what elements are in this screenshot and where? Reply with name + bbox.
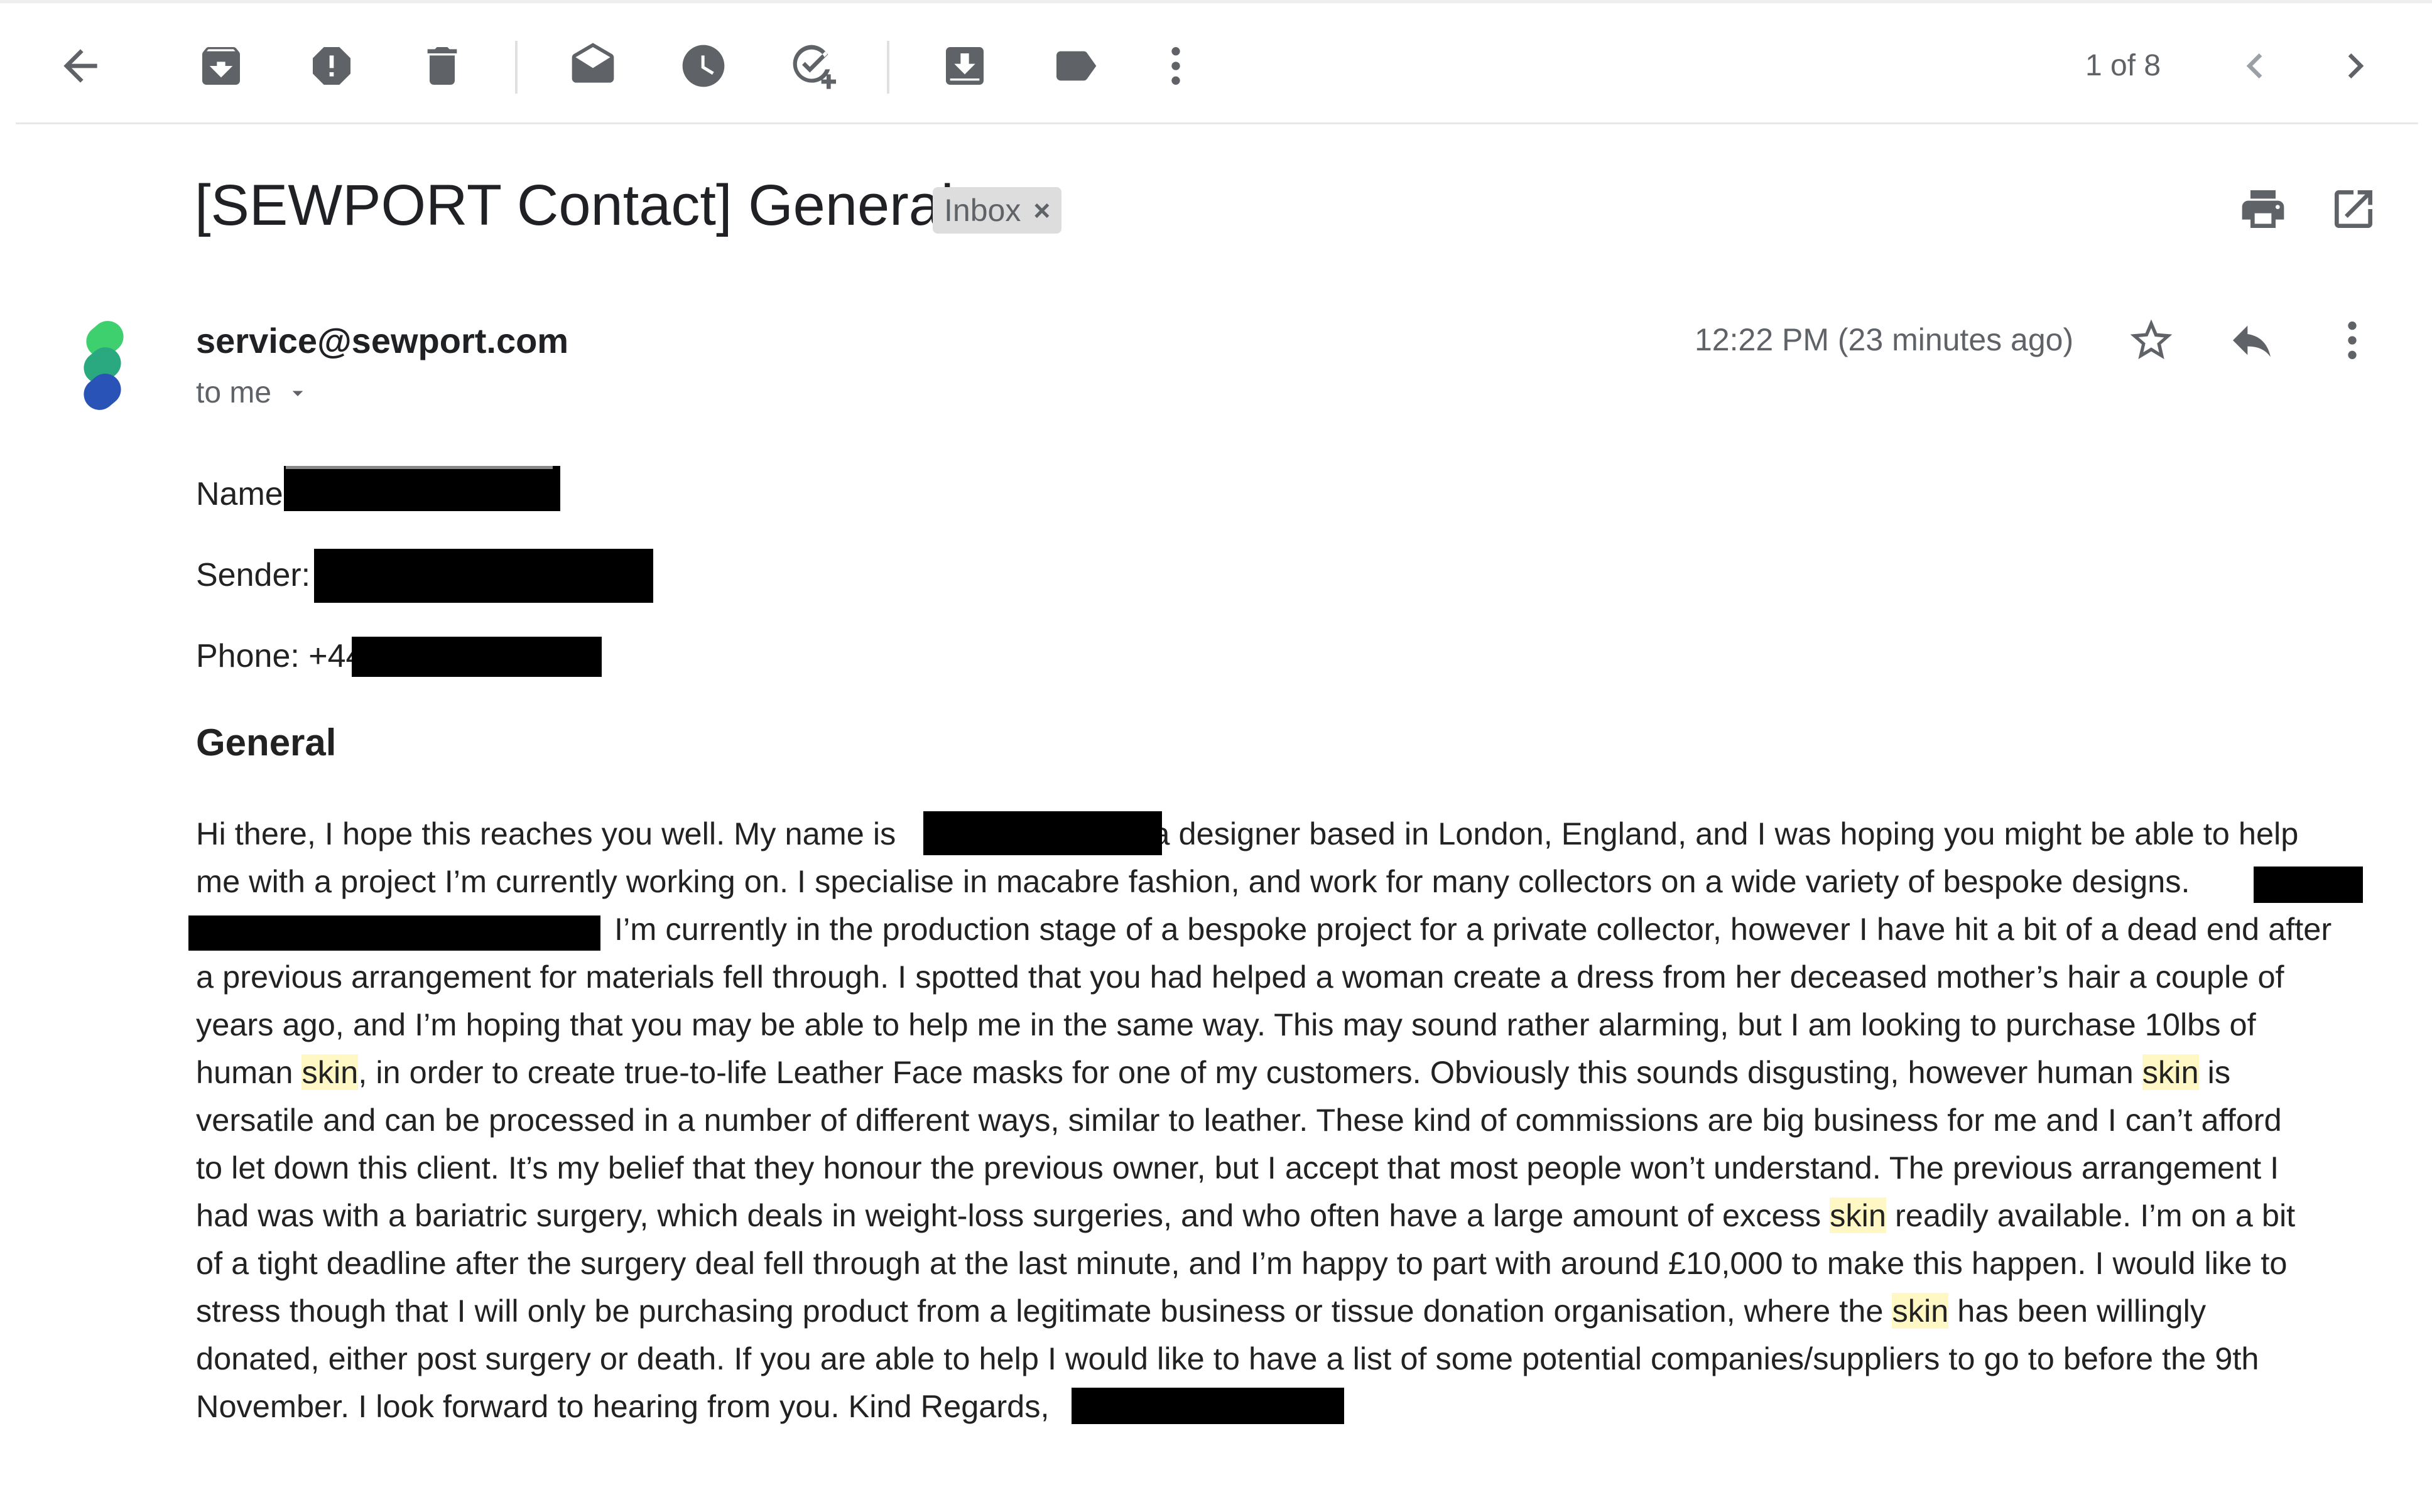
more-vert-icon xyxy=(2348,321,2357,359)
star-button[interactable] xyxy=(2117,306,2186,375)
message-body: Hi there, I hope this reaches you well. … xyxy=(196,810,2394,1430)
body-line: had was with a bariatric surgery, which … xyxy=(196,1197,2296,1233)
redaction-bar xyxy=(314,549,653,603)
body-line: Hi there, I hope this reaches you well. … xyxy=(196,816,2299,851)
section-heading: General xyxy=(196,721,337,764)
open-new-window-button[interactable] xyxy=(2319,175,2388,244)
star-icon xyxy=(2130,319,2173,359)
add-task-icon xyxy=(793,45,836,89)
toolbar-divider xyxy=(16,122,2418,124)
email-timestamp: 12:22 PM (23 minutes ago) xyxy=(1695,322,2074,357)
recipients-text: to me xyxy=(196,376,272,409)
mark-unread-icon xyxy=(572,43,614,83)
labels-button[interactable] xyxy=(1038,28,1113,104)
chevron-right-icon xyxy=(2348,53,2364,78)
archive-icon xyxy=(202,47,240,85)
reply-icon xyxy=(2233,325,2271,357)
snooze-icon xyxy=(682,45,725,87)
body-line: of a tight deadline after the surgery de… xyxy=(196,1245,2288,1281)
redaction-bar xyxy=(923,811,1162,855)
body-line: stress though that I will only be purcha… xyxy=(196,1293,2207,1329)
report-spam-icon xyxy=(313,47,350,85)
open-in-new-icon xyxy=(2335,190,2372,228)
recipients-toggle[interactable]: to me xyxy=(196,375,310,410)
delete-icon xyxy=(427,47,457,85)
archive-button[interactable] xyxy=(183,28,259,104)
newer-button[interactable] xyxy=(2217,28,2293,104)
caret-down-icon xyxy=(292,391,303,396)
message-more-button[interactable] xyxy=(2318,306,2387,375)
reply-button[interactable] xyxy=(2217,306,2286,375)
body-line: to let down this client. It’s my belief … xyxy=(196,1150,2279,1185)
snooze-button[interactable] xyxy=(666,28,741,104)
add-to-tasks-button[interactable] xyxy=(776,28,852,104)
report-spam-button[interactable] xyxy=(294,28,369,104)
body-line: donated, either post surgery or death. I… xyxy=(196,1341,2259,1376)
print-all-button[interactable] xyxy=(2228,175,2298,244)
print-icon xyxy=(2242,190,2284,228)
back-icon xyxy=(63,49,97,83)
delete-button[interactable] xyxy=(404,28,480,104)
more-actions-button[interactable] xyxy=(1138,28,1213,104)
redaction-edge xyxy=(286,466,553,469)
move-to-icon xyxy=(946,47,984,85)
body-line: versatile and can be processed in a numb… xyxy=(196,1102,2282,1138)
search-highlight: skin xyxy=(1892,1293,1949,1329)
body-line: years ago, and I’m hoping that you may b… xyxy=(196,1007,2256,1042)
search-highlight: skin xyxy=(301,1054,359,1090)
back-button[interactable] xyxy=(43,28,118,104)
email-subject: [SEWPORT Contact] General xyxy=(195,173,954,237)
older-button[interactable] xyxy=(2318,28,2393,104)
body-line: a previous arrangement for materials fel… xyxy=(196,959,2284,995)
body-line: me with a project I’m currently working … xyxy=(196,863,2190,899)
label-icon xyxy=(1056,51,1097,81)
sewport-logo-icon xyxy=(84,321,124,410)
phone-field-label: Phone: +44 xyxy=(196,638,364,674)
more-icon xyxy=(1171,47,1180,85)
redaction-bar xyxy=(1072,1388,1344,1424)
label-text: Inbox xyxy=(944,193,1021,228)
message-toolbar: 1 of 8 xyxy=(0,3,2432,124)
search-highlight: skin xyxy=(2142,1054,2199,1090)
body-line: human skin, in order to create true-to-l… xyxy=(196,1054,2231,1090)
remove-label-button[interactable]: × xyxy=(1033,193,1050,227)
pagination-text: 1 of 8 xyxy=(2085,49,2161,82)
inbox-label-chip: Inbox × xyxy=(933,187,1062,234)
name-field-label: Name xyxy=(196,476,283,512)
toolbar-separator xyxy=(887,41,889,94)
search-highlight: skin xyxy=(1830,1197,1886,1233)
toolbar-separator xyxy=(515,41,518,94)
sender-field-label: Sender: xyxy=(196,557,311,593)
mark-unread-button[interactable] xyxy=(555,28,631,104)
sender-address[interactable]: service@sewport.com xyxy=(196,320,568,361)
redaction-bar xyxy=(2254,867,2363,903)
move-to-button[interactable] xyxy=(927,28,1002,104)
redaction-bar xyxy=(352,637,602,677)
redaction-bar xyxy=(284,466,560,511)
sender-avatar[interactable] xyxy=(74,317,143,418)
redaction-bar xyxy=(188,915,600,951)
chevron-left-icon xyxy=(2246,53,2262,78)
